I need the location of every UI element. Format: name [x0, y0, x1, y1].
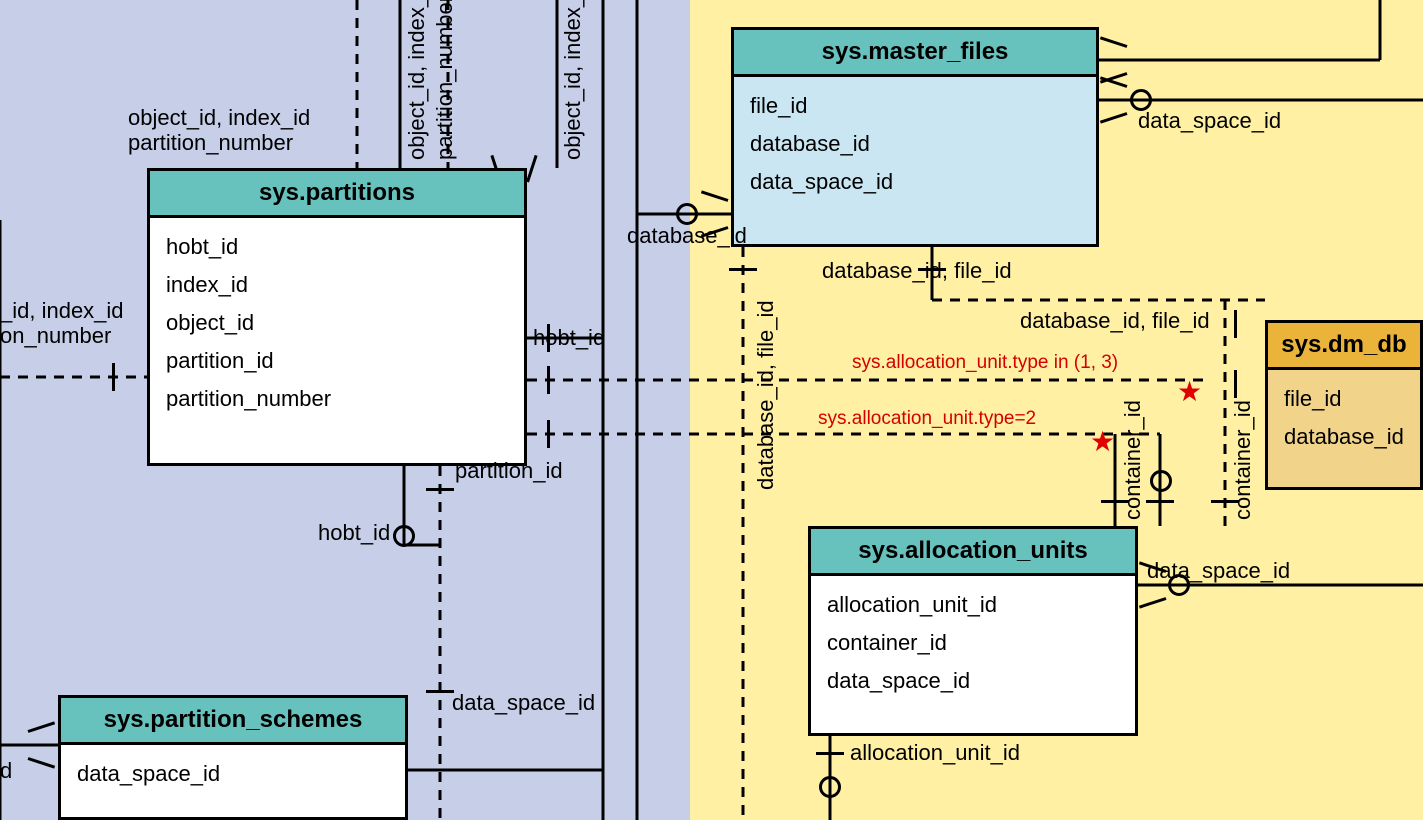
star-icon: ★: [1090, 425, 1115, 458]
entity-columns: file_id database_id: [1268, 370, 1420, 466]
entity-sys-dm-db: sys.dm_db file_id database_id: [1265, 320, 1423, 490]
edge-label: database_id, file_id: [822, 258, 1012, 284]
entity-sys-master-files: sys.master_files file_id database_id dat…: [731, 27, 1099, 247]
crowfoot-icon: [28, 730, 56, 760]
column: file_id: [750, 87, 1080, 125]
column: data_space_id: [750, 163, 1080, 201]
edge-label: data_space_id: [1138, 108, 1281, 134]
column: index_id: [166, 266, 508, 304]
edge-label: object_id, index_id: [128, 105, 310, 131]
entity-columns: file_id database_id data_space_id: [734, 77, 1096, 211]
tick-icon: [729, 268, 757, 271]
edge-label: partition_number: [128, 130, 293, 156]
edge-label: on_number: [0, 323, 111, 349]
star-icon: ★: [1177, 375, 1202, 408]
edge-label-vertical: database_id, file_id: [753, 280, 779, 490]
note-label: sys.allocation_unit.type in (1, 3): [852, 352, 1118, 374]
column: database_id: [1284, 418, 1404, 456]
entity-sys-allocation-units: sys.allocation_units allocation_unit_id …: [808, 526, 1138, 736]
edge-label-vertical: object_id, index_id: [404, 0, 430, 160]
tick-icon: [547, 420, 550, 448]
edge-label: database_id: [627, 223, 747, 249]
edge-label: _id, index_id: [0, 298, 124, 324]
tick-icon: [1146, 500, 1174, 503]
edge-label: partition_id: [455, 458, 563, 484]
tick-icon: [426, 488, 454, 491]
edge-label: data_space_id: [1147, 558, 1290, 584]
column: data_space_id: [77, 755, 389, 793]
crowfoot-icon: [1099, 45, 1127, 75]
column: object_id: [166, 304, 508, 342]
edge-label: allocation_unit_id: [850, 740, 1020, 766]
ring-icon: [393, 525, 415, 547]
edge-label: data_space_id: [452, 690, 595, 716]
entity-columns: hobt_id index_id object_id partition_id …: [150, 218, 524, 428]
column: partition_number: [166, 380, 508, 418]
column: container_id: [827, 624, 1119, 662]
crowfoot-icon: [1099, 85, 1127, 115]
entity-sys-partition-schemes: sys.partition_schemes data_space_id: [58, 695, 408, 820]
ring-icon: [676, 203, 698, 225]
column: database_id: [750, 125, 1080, 163]
entity-title: sys.master_files: [734, 30, 1096, 77]
edge-label: hobt_id: [318, 520, 390, 546]
tick-icon: [1234, 310, 1237, 338]
tick-icon: [112, 363, 115, 391]
ring-icon: [819, 776, 841, 798]
column: file_id: [1284, 380, 1404, 418]
edge-label: d: [0, 758, 12, 784]
column: allocation_unit_id: [827, 586, 1119, 624]
column: hobt_id: [166, 228, 508, 266]
er-diagram-canvas: ★ ★ sys.partitions hobt_id index_id obje…: [0, 0, 1423, 820]
ring-icon: [1150, 470, 1172, 492]
entity-title: sys.partitions: [150, 171, 524, 218]
edge-label-vertical: object_id, index_id: [560, 0, 586, 160]
entity-title: sys.dm_db: [1268, 323, 1420, 370]
tick-icon: [426, 690, 454, 693]
edge-label: database_id, file_id: [1020, 308, 1210, 334]
tick-icon: [816, 752, 844, 755]
entity-title: sys.partition_schemes: [61, 698, 405, 745]
edge-label-vertical: container_id: [1120, 380, 1146, 520]
note-label: sys.allocation_unit.type=2: [818, 408, 1036, 430]
edge-label: hobt_id: [533, 325, 605, 351]
entity-sys-partitions: sys.partitions hobt_id index_id object_i…: [147, 168, 527, 466]
edge-label-vertical: partition_number: [432, 0, 458, 160]
entity-title: sys.allocation_units: [811, 529, 1135, 576]
entity-columns: data_space_id: [61, 745, 405, 803]
edge-label-vertical: container_id: [1230, 380, 1256, 520]
tick-icon: [547, 366, 550, 394]
entity-columns: allocation_unit_id container_id data_spa…: [811, 576, 1135, 710]
column: data_space_id: [827, 662, 1119, 700]
column: partition_id: [166, 342, 508, 380]
